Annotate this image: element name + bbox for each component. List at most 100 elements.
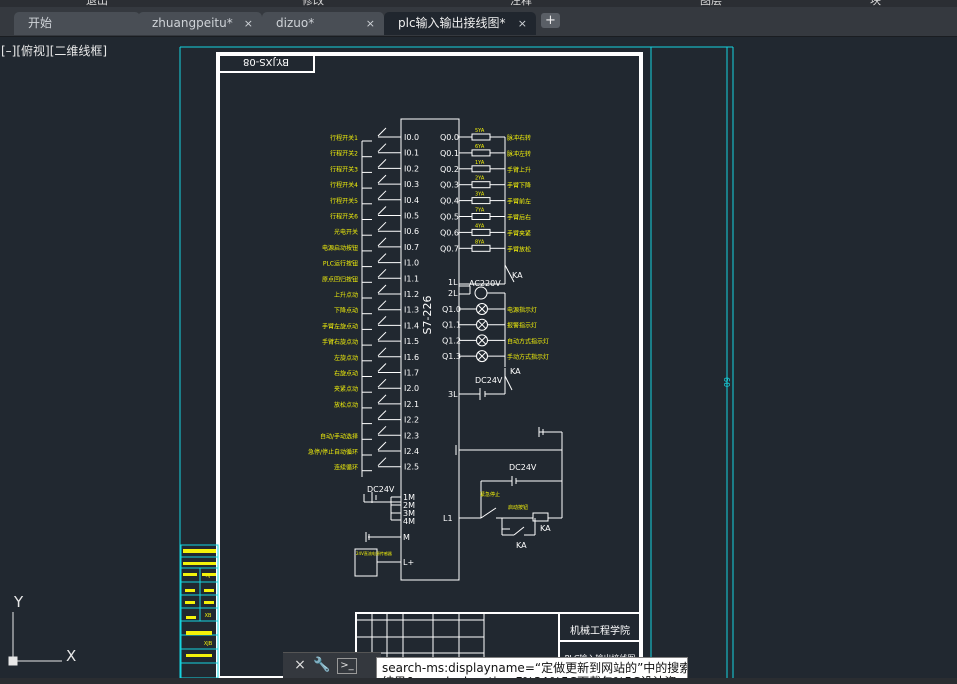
input-address: I0.3 [404,180,419,189]
ucs-icon [8,612,62,666]
input-address: I0.7 [404,243,419,252]
coil-label: 4YA [475,223,485,229]
close-icon[interactable]: × [291,656,309,674]
input-address: I2.2 [404,416,419,425]
svg-text:DC24V: DC24V [367,485,395,494]
input-label: 下降点动 [334,307,358,315]
command-line-bar: × 🔧 >_ [283,652,381,678]
tab-dizuo[interactable]: dizuo* × [262,12,384,35]
input-address: I2.4 [404,447,419,456]
tab-zhuangpeitu[interactable]: zhuangpeitu* × [138,12,262,35]
input-label: 行程开关3 [330,165,358,173]
output-address: Q0.0 [440,133,459,142]
input-label: 放松点动 [334,401,358,409]
tab-start[interactable]: 开始 [14,12,140,35]
output-address: Q0.1 [440,149,459,158]
new-tab-button[interactable]: + [541,13,560,28]
input-label: PLC运行按钮 [323,260,358,268]
coil-label: 2YA [475,176,485,182]
output-label: 手臂上升 [507,166,531,174]
tooltip-line: search-ms:displayname=“定做更新到网站的”中的搜索 [382,661,688,675]
tab-label: 开始 [28,16,53,30]
lamp-label: 报警指示灯 [507,322,537,330]
menu-block[interactable]: 块 [870,0,881,7]
coil-label: 8YA [475,239,485,245]
side-cell: XB [205,613,212,619]
output-address: Q0.4 [440,197,459,206]
input-label: 连续循环 [334,464,358,472]
svg-text:24V直流电源传感器: 24V直流电源传感器 [356,550,392,556]
menu-modify[interactable]: 修改 [302,0,324,7]
side-cell: XJ [206,573,211,579]
tab-close-icon[interactable]: × [518,12,527,35]
side-cell: XJB [204,641,213,647]
output-label: 手臂前左 [507,198,531,206]
input-address: I1.4 [404,321,419,330]
input-address: I0.5 [404,212,419,221]
output-wiring: Q0.0 5YA 脉冲右转 Q0.1 6YA 脉冲左转 Q0.2 1YA 手臂上升 Q0.3 2YA… [440,128,549,363]
svg-text:KA: KA [516,541,527,550]
input-address: I1.7 [404,369,419,378]
input-address: I1.6 [404,353,419,362]
output-address: Q0.2 [440,165,459,174]
output-label: 脉冲右转 [507,134,531,142]
ucs-y-label: Y [13,593,24,611]
input-label: 行程开关2 [330,150,358,158]
output-address: Q0.5 [440,213,459,222]
svg-text:AC220V: AC220V [469,279,501,288]
side-table: XJ XB XJB [180,544,219,678]
lamp-label: 电源指示灯 [507,306,537,314]
input-label: 光电开关 [334,228,358,236]
tab-plc-wiring[interactable]: plc输入输出接线图* × [384,12,536,35]
menu-layers[interactable]: 图层 [700,0,722,7]
svg-text:3L: 3L [448,390,458,399]
input-address: I2.5 [404,463,419,472]
svg-text:DC24V: DC24V [475,376,503,385]
svg-text:2L: 2L [448,289,458,298]
svg-text:紧急停止: 紧急停止 [480,491,500,498]
drawing-canvas[interactable]: 60 BY.JXS-08 XJ XB XJB S7-226 I0.0行程开关1I… [0,37,957,678]
input-address: I0.2 [404,164,419,173]
lamp-label: 自动方式指示灯 [507,337,549,345]
input-label: 上升点动 [334,291,358,299]
input-address: I2.1 [404,400,419,409]
input-label: 急停/停止自动循环 [308,448,358,456]
input-label: 行程开关6 [330,213,358,221]
document-tab-bar: 开始 zhuangpeitu* × dizuo* × plc输入输出接线图* × [0,7,957,37]
output-label: 手臂下降 [507,182,531,190]
input-address: I1.0 [404,259,419,268]
tab-close-icon[interactable]: × [244,12,253,35]
menu-annotate[interactable]: 注释 [510,0,532,7]
coil-label: 1YA [475,160,485,166]
input-label: 手臂右旋点动 [322,338,358,346]
input-address: I0.6 [404,227,419,236]
input-address: I0.1 [404,149,419,158]
svg-text:KA: KA [540,524,551,533]
lamp-address: Q1.2 [442,336,461,345]
side-dimension: 60 [722,377,731,387]
svg-text:4M: 4M [403,517,415,526]
drawing-frame [216,52,643,678]
menu-exit[interactable]: 退出 [86,0,108,7]
tab-label: dizuo* [276,16,315,30]
output-label: 手臂放松 [507,245,531,253]
input-address: I0.0 [404,133,419,142]
output-label: 手臂后右 [507,214,531,222]
input-label: 左旋点动 [334,354,358,362]
coil-label: 5YA [475,128,485,134]
coil-label: 3YA [475,192,485,198]
lamp-address: Q1.3 [442,352,461,361]
wrench-icon[interactable]: 🔧 [313,656,331,674]
input-address: I1.2 [404,290,419,299]
coil-label: 7YA [475,208,485,214]
tab-close-icon[interactable]: × [366,12,375,35]
input-label: 手臂左旋点动 [322,322,358,330]
prompt-icon[interactable]: >_ [337,658,357,674]
tab-label: plc输入输出接线图* [398,16,506,30]
input-label: 行程开关5 [330,197,358,205]
lamp-label: 手动方式指示灯 [507,353,549,361]
svg-text:KA: KA [512,271,523,280]
plc-model: S7-226 [421,296,434,335]
input-wiring: I0.0 行程开关1 I0.1 行程开关2 I0.2 行程开关3 I0.3 行程开关4 I0.4… [308,127,419,477]
input-address: I2.0 [404,384,419,393]
